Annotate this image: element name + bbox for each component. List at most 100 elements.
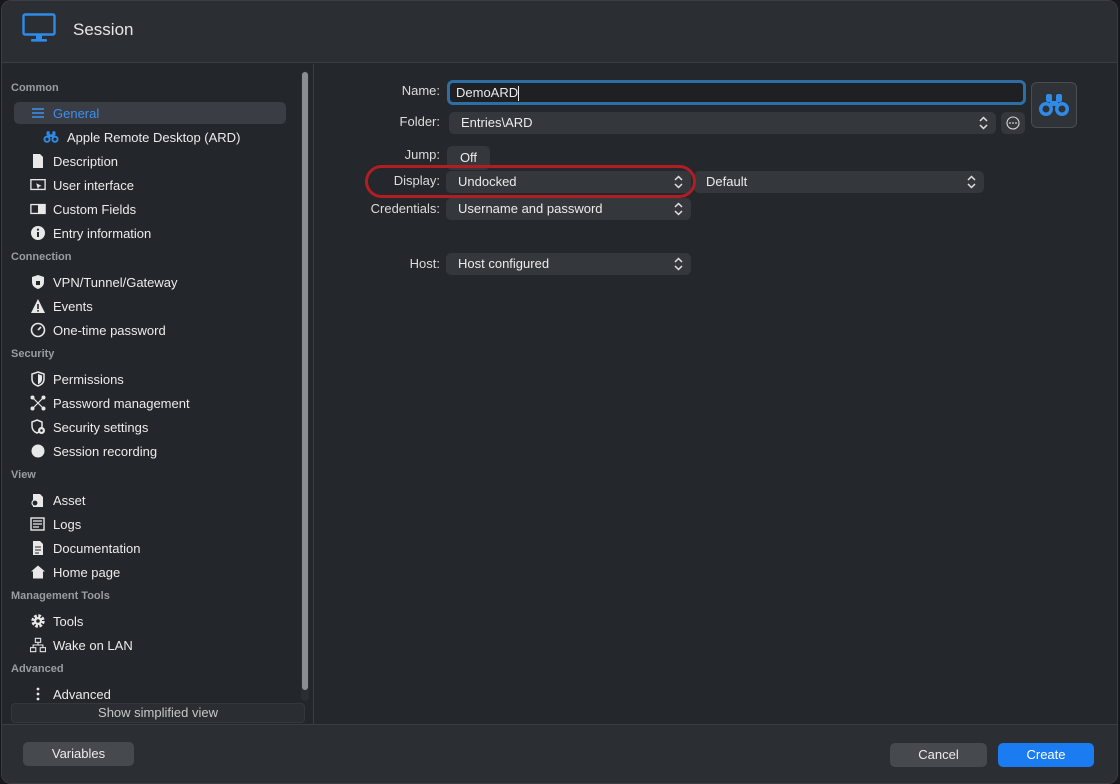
jump-toggle-button[interactable]: Off bbox=[447, 146, 490, 170]
chevron-updown-icon bbox=[674, 257, 683, 271]
show-simplified-view-button[interactable]: Show simplified view bbox=[11, 703, 305, 723]
name-value: DemoARD bbox=[456, 85, 519, 100]
sidebar-item-label: Session recording bbox=[53, 444, 158, 459]
sidebar-scrollbar[interactable] bbox=[301, 71, 309, 701]
credentials-select[interactable]: Username and password bbox=[446, 198, 691, 220]
cancel-button[interactable]: Cancel bbox=[890, 743, 987, 767]
network-nodes-icon bbox=[30, 395, 46, 411]
sidebar-item-label: Tools bbox=[53, 614, 84, 629]
chevron-updown-icon bbox=[967, 175, 976, 189]
sidebar-item-label: Description bbox=[53, 154, 119, 169]
folder-more-button[interactable] bbox=[1001, 112, 1025, 134]
display-option-value: Default bbox=[706, 174, 748, 189]
create-button[interactable]: Create bbox=[998, 743, 1094, 767]
sidebar-item-events[interactable]: Events bbox=[14, 295, 286, 317]
document-icon bbox=[30, 153, 46, 169]
sidebar-item-label: Documentation bbox=[53, 541, 141, 556]
sidebar: Common General Apple Remote Desktop (ARD) D… bbox=[2, 64, 314, 724]
sidebar-item-one-time-password[interactable]: One-time password bbox=[14, 319, 286, 341]
jump-label: Jump: bbox=[404, 147, 440, 162]
custom-fields-icon bbox=[30, 201, 46, 217]
window-footer: Variables Cancel Create bbox=[2, 724, 1117, 783]
sidebar-item-label: Password management bbox=[53, 396, 190, 411]
host-label: Host: bbox=[409, 256, 440, 271]
display-select[interactable]: Undocked bbox=[446, 171, 691, 193]
sidebar-item-wake-on-lan[interactable]: Wake on LAN bbox=[14, 634, 286, 656]
session-window: Session Common General Apple Remote Deskto… bbox=[1, 0, 1118, 784]
sidebar-item-custom-fields[interactable]: Custom Fields bbox=[14, 198, 286, 220]
shield-gear-icon bbox=[30, 419, 46, 435]
variables-button[interactable]: Variables bbox=[23, 742, 134, 766]
sidebar-item-session-recording[interactable]: Session recording bbox=[14, 440, 286, 462]
sidebar-item-user-interface[interactable]: User interface bbox=[14, 174, 286, 196]
asset-icon bbox=[30, 492, 46, 508]
logs-icon bbox=[30, 516, 46, 532]
window-cursor-icon bbox=[30, 177, 46, 193]
shield-lock-icon bbox=[30, 274, 46, 290]
info-icon bbox=[30, 225, 46, 241]
sidebar-item-label: Security settings bbox=[53, 420, 149, 435]
sidebar-item-entry-information[interactable]: Entry information bbox=[14, 222, 286, 244]
sidebar-item-password-management[interactable]: Password management bbox=[14, 392, 286, 414]
section-title-management-tools: Management Tools bbox=[11, 590, 110, 602]
chevron-updown-icon bbox=[674, 202, 683, 216]
folder-label: Folder: bbox=[399, 114, 440, 129]
host-select[interactable]: Host configured bbox=[446, 253, 691, 275]
sidebar-item-apple-remote-desktop-ard[interactable]: Apple Remote Desktop (ARD) bbox=[14, 126, 286, 148]
section-title-security: Security bbox=[11, 348, 55, 360]
window-title: Session bbox=[73, 20, 134, 39]
sidebar-item-tools[interactable]: Tools bbox=[14, 610, 286, 632]
sidebar-item-label: Entry information bbox=[53, 226, 152, 241]
section-title-view: View bbox=[11, 469, 36, 481]
lan-network-icon bbox=[30, 637, 46, 653]
sidebar-item-label: Asset bbox=[53, 493, 86, 508]
home-icon bbox=[30, 564, 46, 580]
window-header: Session bbox=[2, 1, 1117, 63]
chevron-updown-icon bbox=[674, 175, 683, 189]
list-lines-icon bbox=[30, 105, 46, 121]
sidebar-item-label: User interface bbox=[53, 178, 134, 193]
display-option-select[interactable]: Default bbox=[694, 171, 984, 193]
credentials-value: Username and password bbox=[458, 201, 603, 216]
sidebar-item-vpn-tunnel-gateway[interactable]: VPN/Tunnel/Gateway bbox=[14, 271, 286, 293]
sidebar-item-label: Wake on LAN bbox=[53, 638, 133, 653]
display-value: Undocked bbox=[458, 174, 517, 189]
name-label: Name: bbox=[401, 83, 440, 98]
shield-icon bbox=[30, 371, 46, 387]
sidebar-item-home-page[interactable]: Home page bbox=[14, 561, 286, 583]
binoculars-icon bbox=[1039, 94, 1069, 116]
sidebar-item-permissions[interactable]: Permissions bbox=[14, 368, 286, 390]
section-title-common: Common bbox=[11, 82, 59, 94]
sidebar-item-security-settings[interactable]: Security settings bbox=[14, 416, 286, 438]
host-value: Host configured bbox=[458, 256, 550, 271]
binoculars-button[interactable] bbox=[1031, 82, 1077, 128]
scrollbar-thumb[interactable] bbox=[302, 72, 308, 690]
warning-icon bbox=[30, 298, 46, 314]
sidebar-item-documentation[interactable]: Documentation bbox=[14, 537, 286, 559]
timer-icon bbox=[30, 322, 46, 338]
sidebar-item-label: Permissions bbox=[53, 372, 124, 387]
display-label: Display: bbox=[393, 173, 440, 188]
sidebar-item-label: Advanced bbox=[53, 687, 111, 702]
section-title-advanced: Advanced bbox=[11, 663, 64, 675]
sidebar-item-label: Home page bbox=[53, 565, 121, 580]
credentials-label: Credentials: bbox=[370, 201, 440, 216]
chevron-updown-icon bbox=[979, 116, 988, 130]
gear-icon bbox=[30, 613, 46, 629]
more-circle-icon bbox=[1006, 116, 1020, 130]
sidebar-item-description[interactable]: Description bbox=[14, 150, 286, 172]
folder-select[interactable]: Entries\ARD bbox=[449, 112, 996, 134]
sidebar-item-label: General bbox=[53, 106, 100, 121]
sidebar-item-label: Logs bbox=[53, 517, 82, 532]
binoculars-icon bbox=[43, 129, 59, 145]
sidebar-item-advanced[interactable]: Advanced bbox=[14, 683, 286, 705]
sidebar-item-label: Events bbox=[53, 299, 93, 314]
sidebar-item-logs[interactable]: Logs bbox=[14, 513, 286, 535]
section-title-connection: Connection bbox=[11, 251, 72, 263]
sidebar-item-asset[interactable]: Asset bbox=[14, 489, 286, 511]
sidebar-item-general[interactable]: General bbox=[14, 102, 286, 124]
sidebar-item-label: VPN/Tunnel/Gateway bbox=[53, 275, 178, 290]
name-input[interactable]: DemoARD bbox=[447, 80, 1026, 105]
text-caret bbox=[518, 86, 520, 102]
record-circle-icon bbox=[30, 443, 46, 459]
